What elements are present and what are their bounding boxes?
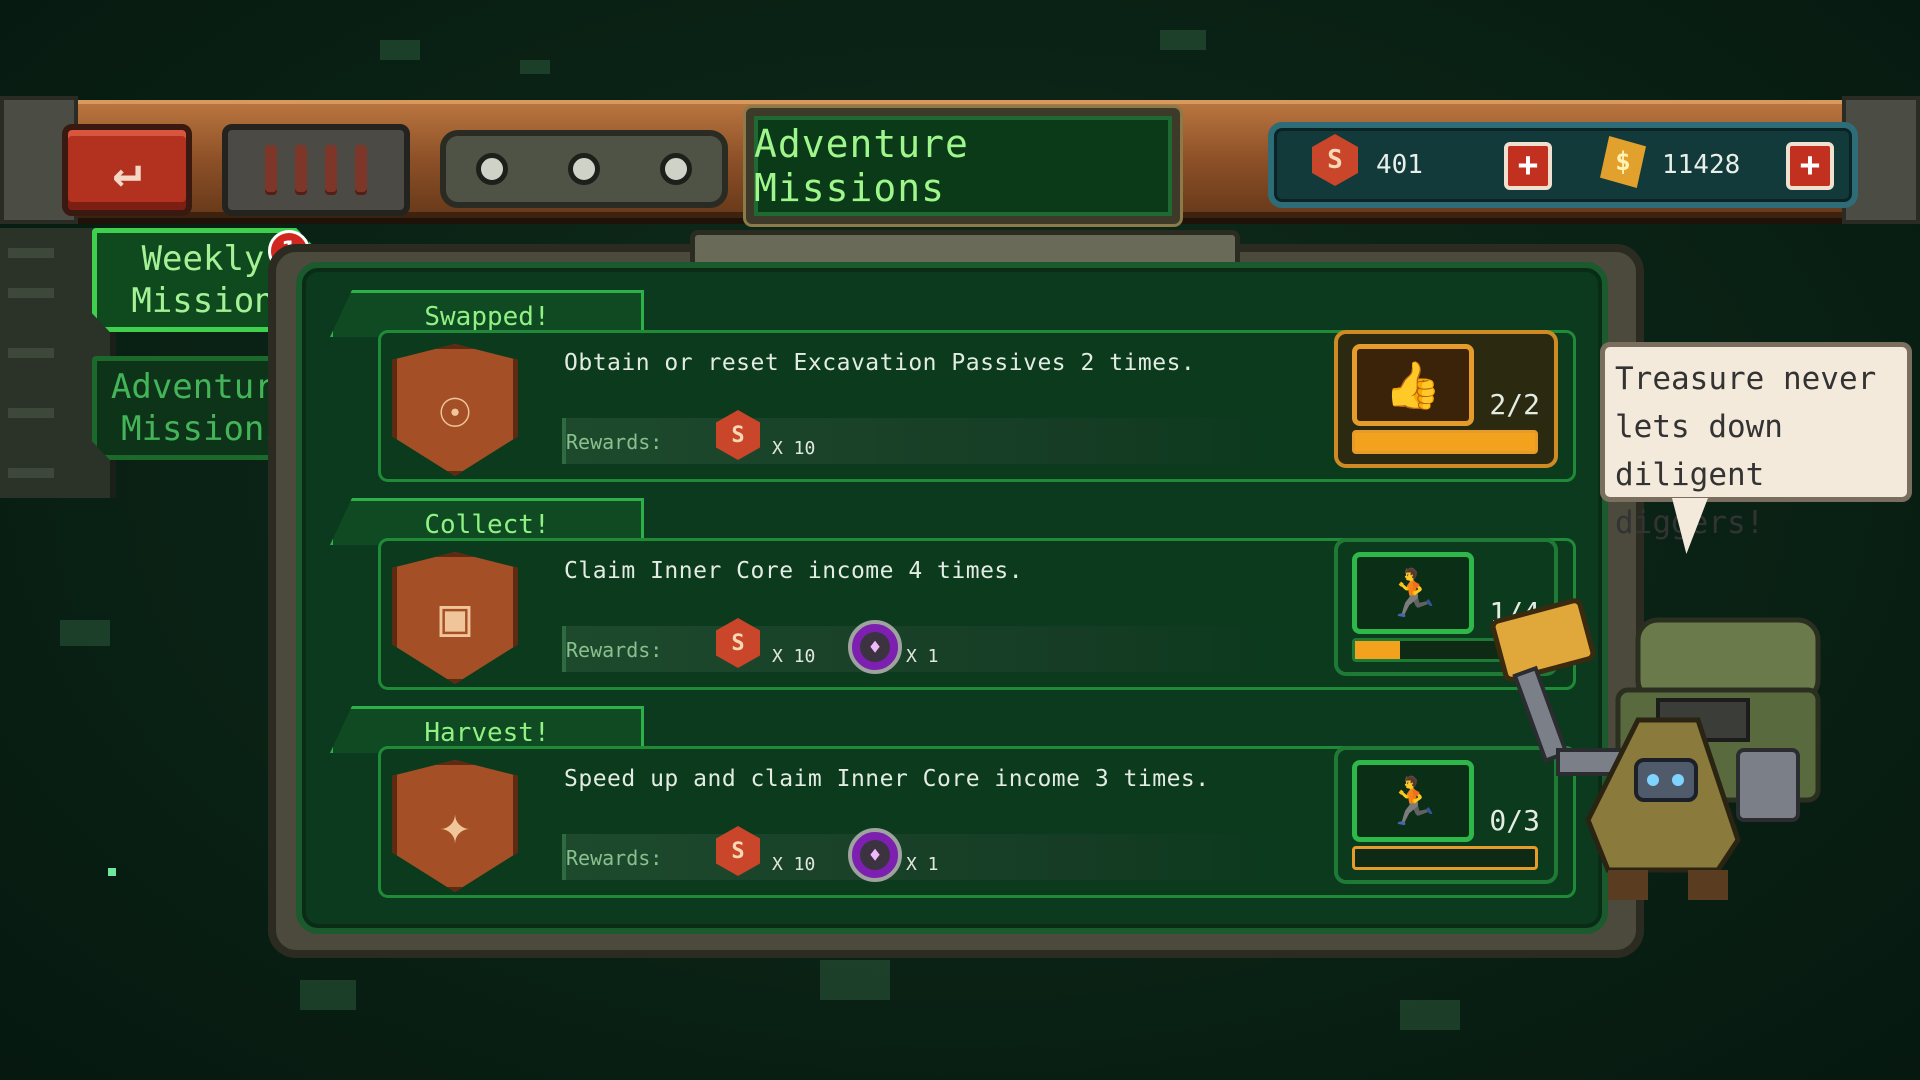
bg-speck: [380, 40, 420, 60]
bg-speck: [820, 960, 890, 1000]
back-arrow-icon: ↵: [112, 142, 142, 198]
gold-ore-icon: $: [1600, 136, 1646, 188]
purple-gem-icon: ♦: [848, 620, 902, 674]
mission-description: Speed up and claim Inner Core income 3 t…: [564, 766, 1210, 792]
reward-qty: X 1: [906, 646, 939, 667]
bg-speck: [1400, 1000, 1460, 1030]
add-gold-ore-button[interactable]: +: [1786, 142, 1834, 190]
red-crystal-icon: S: [1312, 134, 1358, 186]
reward-qty: X 10: [772, 854, 816, 875]
mission-card: Harvest! ✦ Speed up and claim Inner Core…: [330, 706, 1576, 898]
speech-bubble: Treasure never lets down diligent digger…: [1600, 342, 1912, 541]
currency-panel: S 401 + $ 11428 +: [1268, 122, 1858, 208]
speech-line: Treasure never: [1615, 361, 1877, 397]
add-red-crystal-button[interactable]: +: [1504, 142, 1552, 190]
mission-card: Collect! ▣ Claim Inner Core income 4 tim…: [330, 498, 1576, 690]
rewards-label: Rewards:: [566, 846, 663, 870]
back-button[interactable]: ↵: [62, 124, 192, 216]
running-man-icon[interactable]: 🏃: [1352, 552, 1474, 634]
reward-qty: X 1: [906, 854, 939, 875]
bg-speck: [520, 60, 550, 74]
progress-fill: [1355, 641, 1400, 659]
speech-line: diligent diggers!: [1615, 457, 1765, 541]
mission-description: Obtain or reset Excavation Passives 2 ti…: [564, 350, 1196, 376]
bg-speck: [1160, 30, 1206, 50]
decorative-vent: [222, 124, 410, 216]
reward-qty: X 10: [772, 646, 816, 667]
bg-star: [108, 868, 116, 876]
bg-speck: [60, 620, 110, 646]
red-crystal-amount: 401: [1376, 150, 1423, 180]
gold-ore-amount: 11428: [1662, 150, 1741, 180]
mission-progress-text: 2/2: [1489, 388, 1540, 421]
progress-fill: [1355, 433, 1535, 451]
mission-status-completed[interactable]: 👍 2/2: [1334, 330, 1558, 468]
progress-bar: [1352, 430, 1538, 454]
running-man-icon[interactable]: 🏃: [1352, 760, 1474, 842]
rewards-label: Rewards:: [566, 638, 663, 662]
page-title: Adventure Missions: [754, 122, 969, 210]
purple-gem-icon: ♦: [848, 828, 902, 882]
mission-description: Claim Inner Core income 4 times.: [564, 558, 1024, 584]
speech-line: lets down: [1615, 409, 1783, 445]
thumbs-up-icon[interactable]: 👍: [1352, 344, 1474, 426]
rewards-bar: [562, 418, 1286, 464]
rewards-label: Rewards:: [566, 430, 663, 454]
page-title-panel: Adventure Missions: [746, 108, 1180, 224]
reward-qty: X 10: [772, 438, 816, 459]
digger-character: [1490, 598, 1821, 900]
mission-card: Swapped! ☉ Obtain or reset Excavation Pa…: [330, 290, 1576, 482]
bg-speck: [300, 980, 356, 1010]
decorative-bolt-plate: [440, 130, 728, 208]
